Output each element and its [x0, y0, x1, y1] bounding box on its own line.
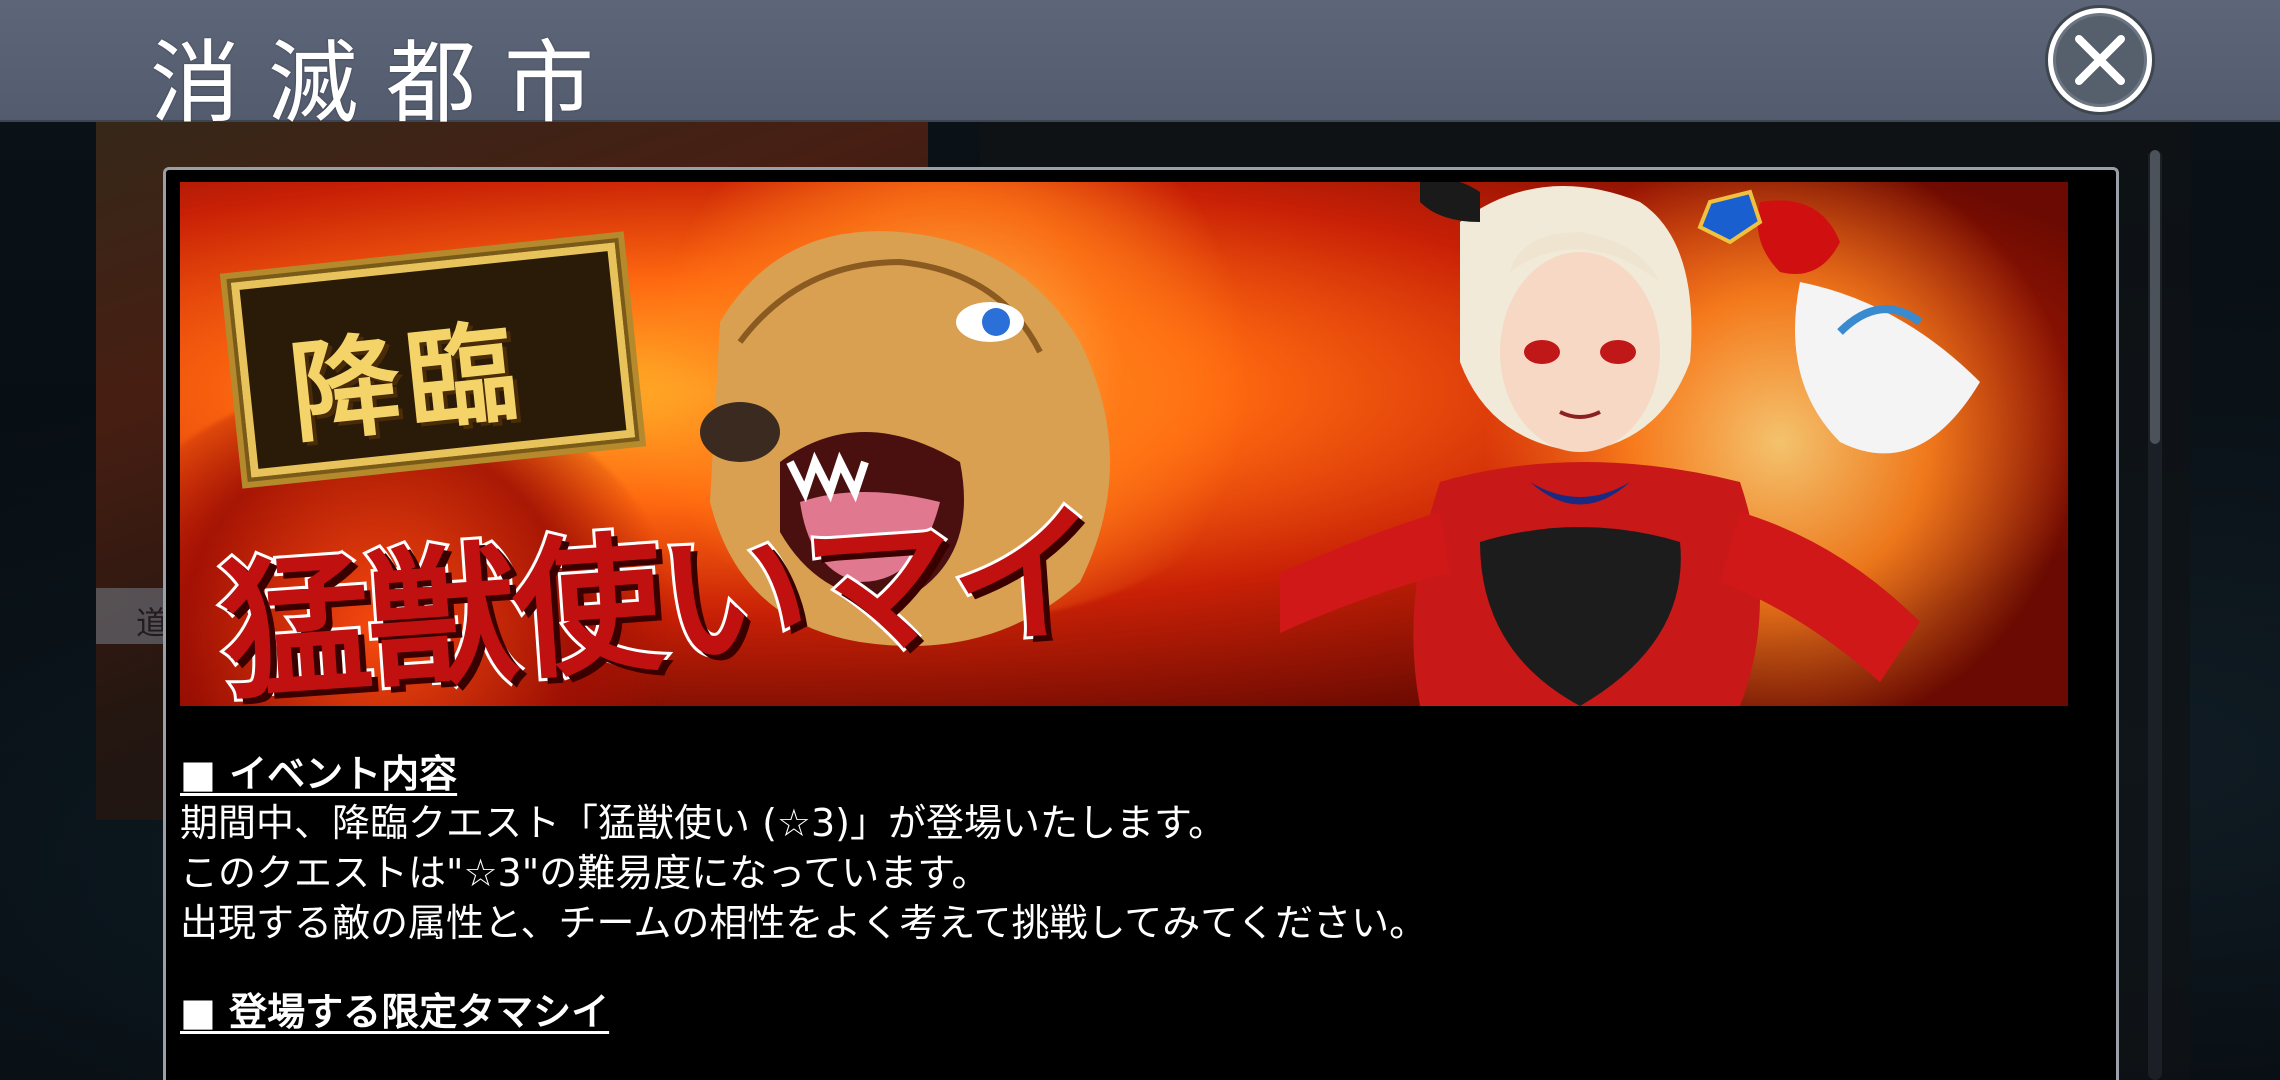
badge-text: 降臨: [284, 306, 529, 459]
event-screen: 道 消滅都市 降臨 猛獣使いマイ ■ イベント内容 期間中、降臨クエスト「猛獣使…: [0, 0, 2280, 1080]
page-title: 消滅都市: [150, 31, 622, 136]
description-line-2: このクエストは"☆3"の難易度になっています。: [180, 851, 990, 895]
description-line-1: 期間中、降臨クエスト「猛獣使い (☆3)」が登場いたします。: [180, 801, 1227, 845]
event-detail-modal: 降臨 猛獣使いマイ ■ イベント内容 期間中、降臨クエスト「猛獣使い (☆3)」…: [163, 167, 2119, 1080]
badge-frame: 降臨: [226, 237, 640, 483]
event-description: ■ イベント内容 期間中、降臨クエスト「猛獣使い (☆3)」が登場いたします。 …: [180, 750, 2060, 1036]
close-button[interactable]: [2048, 8, 2152, 112]
title-bar: 消滅都市: [0, 0, 2280, 136]
section-heading-event-details: ■ イベント内容: [180, 752, 458, 796]
section-heading-limited-souls: ■ 登場する限定タマシイ: [180, 990, 610, 1034]
scrollbar-thumb[interactable]: [2150, 150, 2160, 444]
close-icon: [2075, 35, 2125, 85]
event-banner-image: 降臨 猛獣使いマイ: [180, 182, 2068, 706]
description-line-3: 出現する敵の属性と、チームの相性をよく考えて挑戦してみてください。: [180, 901, 1428, 945]
character-illustration: [1280, 182, 1980, 706]
